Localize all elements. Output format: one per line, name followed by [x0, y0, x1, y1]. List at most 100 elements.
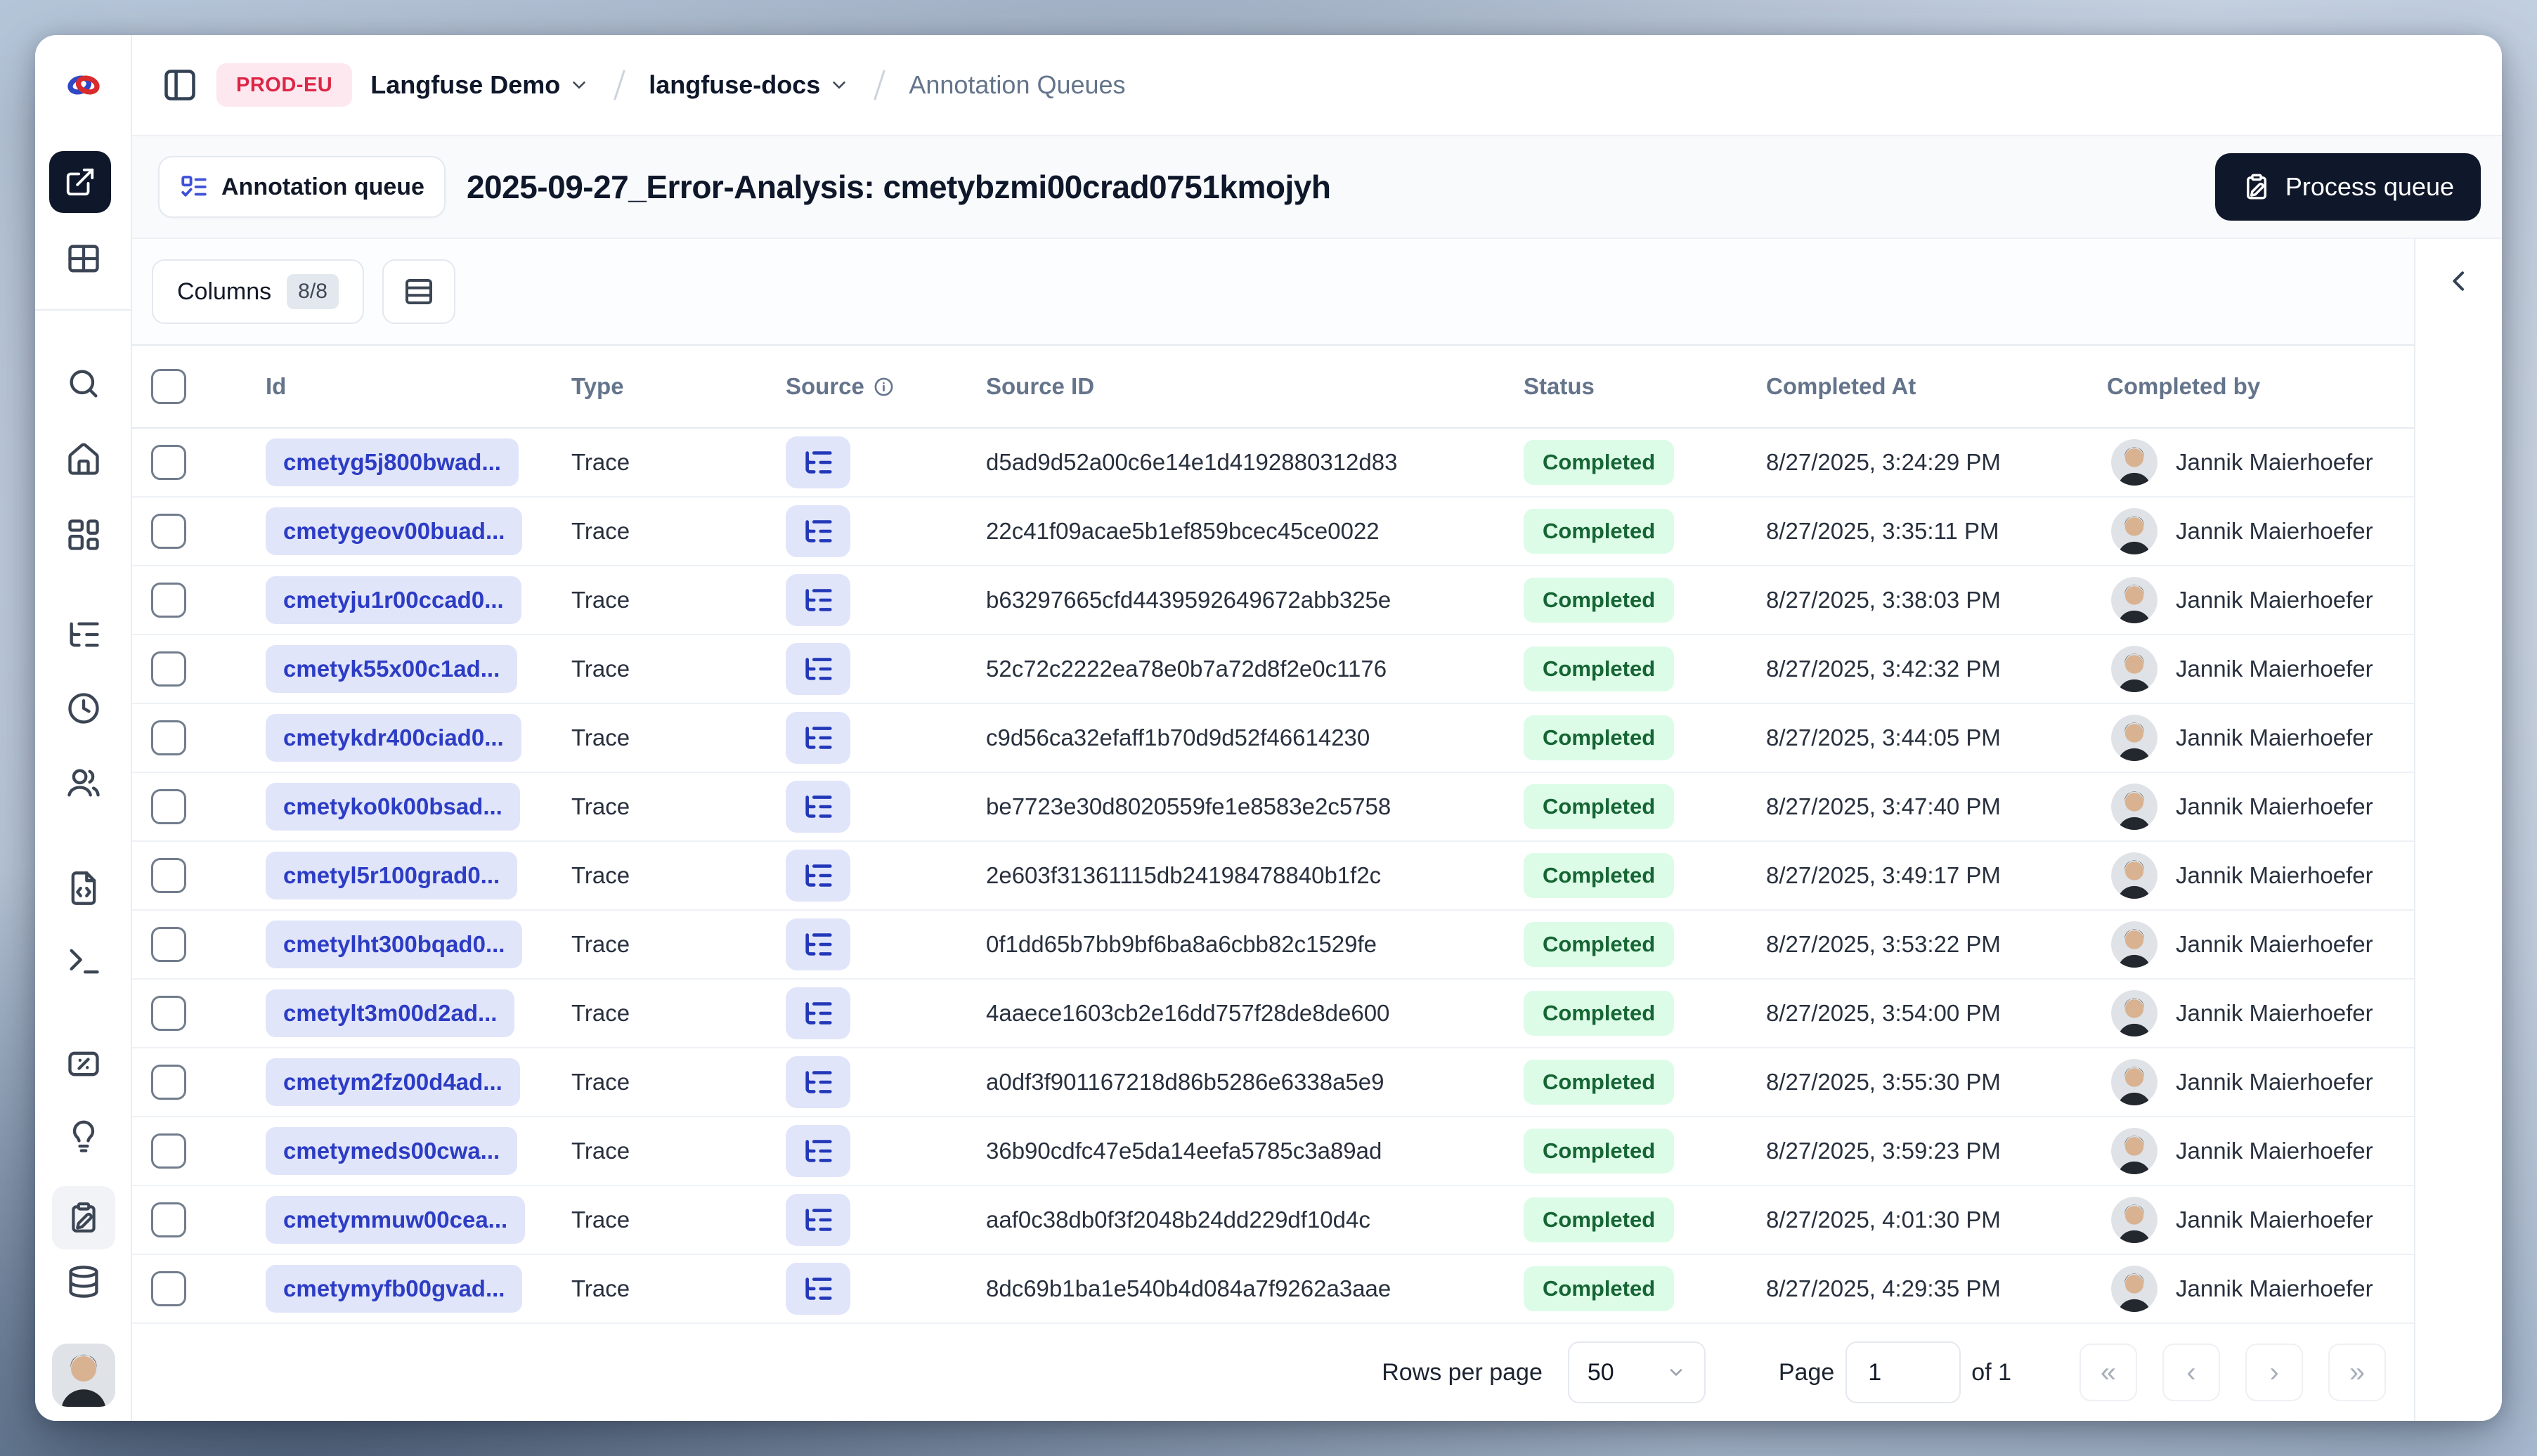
table-row[interactable]: cmetylht300bqad0... Trace 0f1dd65b7bb9bf… — [132, 911, 2414, 980]
sidebar-item-datasets[interactable] — [65, 1263, 102, 1300]
row-checkbox[interactable] — [151, 514, 186, 549]
trace-source-button[interactable] — [786, 1194, 850, 1246]
sidebar-toggle-button[interactable] — [162, 67, 198, 103]
row-checkbox[interactable] — [151, 789, 186, 824]
row-id-badge[interactable]: cmetygeov00buad... — [266, 507, 523, 555]
row-checkbox[interactable] — [151, 858, 186, 893]
trace-source-button[interactable] — [786, 505, 850, 557]
percent-box-icon — [68, 1051, 99, 1077]
table-row[interactable]: cmetyg5j800bwad... Trace d5ad9d52a00c6e1… — [132, 429, 2414, 498]
status-badge: Completed — [1524, 440, 1675, 485]
breadcrumb-org[interactable]: Langfuse Demo — [370, 70, 590, 100]
trace-source-button[interactable] — [786, 1125, 850, 1177]
sidebar-item-playground[interactable] — [65, 943, 102, 980]
breadcrumb-project[interactable]: langfuse-docs — [649, 70, 850, 100]
row-id-badge[interactable]: cmetym2fz00d4ad... — [266, 1058, 520, 1106]
table-row[interactable]: cmetykdr400ciad0... Trace c9d56ca32efaff… — [132, 704, 2414, 773]
trace-source-button[interactable] — [786, 987, 850, 1039]
trace-source-button[interactable] — [786, 918, 850, 970]
row-id-badge[interactable]: cmetymeds00cwa... — [266, 1127, 518, 1175]
column-header-type[interactable]: Type — [571, 373, 786, 400]
row-checkbox[interactable] — [151, 1133, 186, 1169]
row-checkbox[interactable] — [151, 1202, 186, 1237]
sidebar-item-prompts[interactable] — [65, 870, 102, 906]
row-id-badge[interactable]: cmetyg5j800bwad... — [266, 438, 519, 486]
sidebar-item-sessions[interactable] — [65, 690, 102, 727]
table-row[interactable]: cmetyk55x00c1ad... Trace 52c72c2222ea78e… — [132, 635, 2414, 704]
row-id-badge[interactable]: cmetyl5r100grad0... — [266, 852, 518, 899]
status-badge: Completed — [1524, 922, 1675, 967]
table-row[interactable]: cmetym2fz00d4ad... Trace a0df3f901167218… — [132, 1048, 2414, 1117]
sidebar-item-tables[interactable] — [65, 240, 102, 277]
trace-source-button[interactable] — [786, 643, 850, 695]
page-number-input[interactable] — [1845, 1341, 1961, 1403]
row-id-badge[interactable]: cmetyk55x00c1ad... — [266, 645, 518, 693]
rows-per-page-select[interactable]: 50 — [1567, 1341, 1706, 1403]
previous-page-button[interactable]: ‹ — [2162, 1344, 2220, 1401]
sidebar-item-users[interactable] — [65, 765, 102, 801]
column-header-completed-by[interactable]: Completed by — [2107, 373, 2414, 400]
row-checkbox[interactable] — [151, 445, 186, 480]
row-id-badge[interactable]: cmetylht300bqad0... — [266, 921, 523, 968]
sidebar-item-annotation-queues[interactable] — [52, 1186, 115, 1249]
trace-source-button[interactable] — [786, 850, 850, 902]
row-checkbox[interactable] — [151, 927, 186, 962]
table-row[interactable]: cmetymmuw00cea... Trace aaf0c38db0f3f204… — [132, 1186, 2414, 1255]
row-height-button[interactable] — [382, 259, 455, 324]
row-id-badge[interactable]: cmetymyfb00gvad... — [266, 1265, 523, 1313]
columns-button[interactable]: Columns 8/8 — [152, 259, 364, 324]
sidebar-item-search[interactable] — [65, 365, 102, 402]
column-header-status[interactable]: Status — [1524, 373, 1766, 400]
table-row[interactable]: cmetylt3m00d2ad... Trace 4aaece1603cb2e1… — [132, 980, 2414, 1048]
go-to-project-button[interactable] — [49, 151, 111, 213]
trace-source-button[interactable] — [786, 436, 850, 488]
sidebar-item-insights[interactable] — [65, 1119, 102, 1155]
sidebar-item-tracing[interactable] — [65, 616, 102, 653]
column-header-source[interactable]: Source — [786, 373, 986, 400]
table-row[interactable]: cmetyju1r00ccad0... Trace b63297665cfd44… — [132, 566, 2414, 635]
list-tree-icon — [805, 1278, 832, 1300]
row-checkbox[interactable] — [151, 996, 186, 1031]
row-checkbox[interactable] — [151, 1271, 186, 1306]
trace-source-button[interactable] — [786, 1056, 850, 1108]
row-id-badge[interactable]: cmetyju1r00ccad0... — [266, 576, 521, 624]
row-checkbox[interactable] — [151, 583, 186, 618]
trace-source-button[interactable] — [786, 712, 850, 764]
row-completed-by: Jannik Maierhoefer — [2176, 1275, 2373, 1301]
collapse-panel-button[interactable] — [2434, 256, 2484, 306]
langfuse-logo-icon[interactable] — [63, 65, 104, 105]
table-row[interactable]: cmetyl5r100grad0... Trace 2e603f31361115… — [132, 842, 2414, 911]
table-body: cmetyg5j800bwad... Trace d5ad9d52a00c6e1… — [132, 429, 2414, 1324]
column-header-id[interactable]: Id — [266, 373, 571, 400]
row-id-badge[interactable]: cmetykdr400ciad0... — [266, 714, 521, 762]
row-id-badge[interactable]: cmetylt3m00d2ad... — [266, 989, 515, 1037]
trace-source-button[interactable] — [786, 1263, 850, 1315]
column-header-source-id[interactable]: Source ID — [986, 373, 1524, 400]
trace-source-button[interactable] — [786, 574, 850, 626]
row-id-badge[interactable]: cmetyko0k00bsad... — [266, 783, 520, 831]
sidebar-item-evaluation[interactable] — [65, 1046, 102, 1082]
row-checkbox[interactable] — [151, 1065, 186, 1100]
user-avatar[interactable] — [52, 1344, 115, 1407]
avatar — [2111, 646, 2158, 692]
status-badge: Completed — [1524, 991, 1675, 1036]
next-page-button[interactable]: › — [2245, 1344, 2303, 1401]
table-row[interactable]: cmetygeov00buad... Trace 22c41f09acae5b1… — [132, 498, 2414, 566]
row-id-badge[interactable]: cmetymmuw00cea... — [266, 1196, 526, 1244]
rows-icon — [405, 279, 432, 304]
table-row[interactable]: cmetymeds00cwa... Trace 36b90cdfc47e5da1… — [132, 1117, 2414, 1186]
info-icon[interactable] — [873, 376, 895, 398]
row-checkbox[interactable] — [151, 651, 186, 687]
column-header-completed-at[interactable]: Completed At — [1766, 373, 2107, 400]
table-row[interactable]: cmetymyfb00gvad... Trace 8dc69b1ba1e540b… — [132, 1255, 2414, 1324]
sidebar-item-home[interactable] — [65, 441, 102, 478]
list-tree-icon — [805, 520, 832, 542]
table-row[interactable]: cmetyko0k00bsad... Trace be7723e30d80205… — [132, 773, 2414, 842]
process-queue-button[interactable]: Process queue — [2214, 153, 2481, 221]
first-page-button[interactable]: « — [2079, 1344, 2137, 1401]
last-page-button[interactable]: » — [2328, 1344, 2386, 1401]
row-checkbox[interactable] — [151, 720, 186, 755]
trace-source-button[interactable] — [786, 781, 850, 833]
sidebar-item-dashboards[interactable] — [65, 516, 102, 553]
select-all-checkbox[interactable] — [151, 369, 186, 404]
